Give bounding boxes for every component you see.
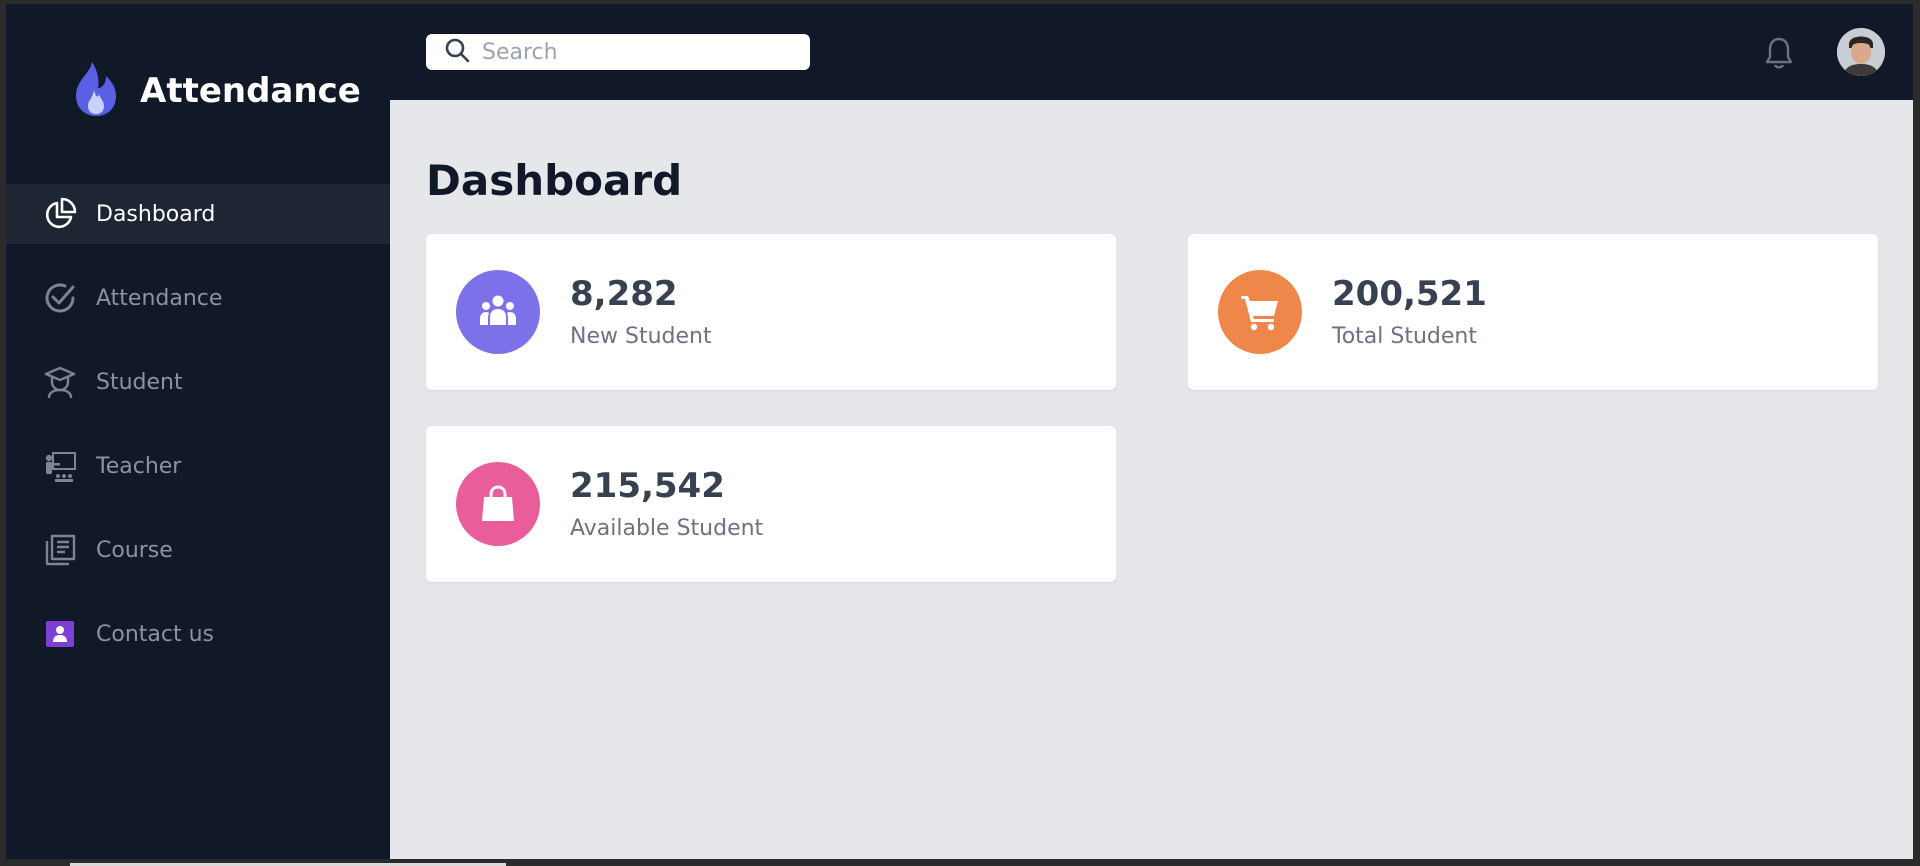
shopping-cart-icon xyxy=(1218,270,1302,354)
sidebar-nav: Dashboard Attendance Student Teacher Cou… xyxy=(6,184,390,688)
teacher-board-icon xyxy=(42,448,78,484)
stat-value: 215,542 xyxy=(570,466,725,506)
pie-chart-icon xyxy=(42,196,78,232)
users-group-icon xyxy=(456,270,540,354)
search-input[interactable] xyxy=(480,38,804,66)
stat-card-total-student[interactable]: 200,521 Total Student xyxy=(1188,234,1878,390)
sidebar-item-label: Course xyxy=(96,537,173,563)
sidebar-item-attendance[interactable]: Attendance xyxy=(6,268,390,328)
stat-card-available-student[interactable]: 215,542 Available Student xyxy=(426,426,1116,582)
stat-value: 8,282 xyxy=(570,274,678,314)
user-avatar[interactable] xyxy=(1837,28,1885,76)
graduation-cap-icon xyxy=(42,364,78,400)
sidebar-item-course[interactable]: Course xyxy=(6,520,390,580)
sidebar-item-contact-us[interactable]: Contact us xyxy=(6,604,390,664)
stat-label: Available Student xyxy=(570,516,764,541)
app-window: Attendance Dashboard Attendance Student … xyxy=(6,4,1913,859)
sidebar-item-label: Teacher xyxy=(96,453,182,479)
bell-icon[interactable] xyxy=(1763,36,1795,70)
shopping-bag-icon xyxy=(456,462,540,546)
search-box[interactable] xyxy=(426,34,810,70)
newspaper-icon xyxy=(42,532,78,568)
stat-card-new-student[interactable]: 8,282 New Student xyxy=(426,234,1116,390)
sidebar-item-label: Dashboard xyxy=(96,201,216,227)
sidebar-item-dashboard[interactable]: Dashboard xyxy=(6,184,390,244)
flame-logo-icon xyxy=(68,60,122,122)
sidebar-item-teacher[interactable]: Teacher xyxy=(6,436,390,496)
sidebar-item-student[interactable]: Student xyxy=(6,352,390,412)
sidebar-item-label: Student xyxy=(96,369,183,395)
page-title: Dashboard xyxy=(426,156,683,205)
brand[interactable]: Attendance xyxy=(68,60,361,122)
main-content: Dashboard 8,282 New Student 200,521 Tota… xyxy=(390,100,1913,859)
stat-value: 200,521 xyxy=(1332,274,1487,314)
brand-name: Attendance xyxy=(140,71,361,111)
search-icon xyxy=(426,37,470,67)
stat-label: New Student xyxy=(570,324,712,349)
contact-card-icon xyxy=(42,616,78,652)
sidebar-item-label: Attendance xyxy=(96,285,223,311)
sidebar: Attendance Dashboard Attendance Student … xyxy=(6,4,390,859)
check-circle-icon xyxy=(42,280,78,316)
stat-label: Total Student xyxy=(1332,324,1477,349)
top-bar xyxy=(390,4,1913,100)
sidebar-item-label: Contact us xyxy=(96,621,214,647)
